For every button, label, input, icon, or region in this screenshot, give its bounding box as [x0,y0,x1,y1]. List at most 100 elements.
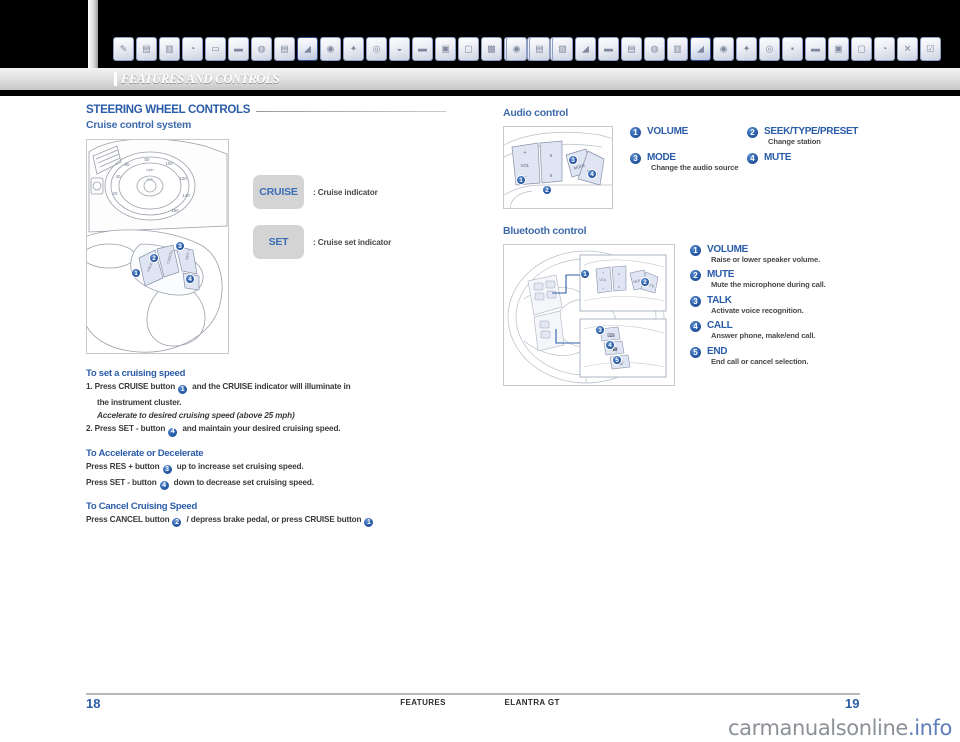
audio-legend-item: 3 MODE Change the audio source [627,152,744,172]
instruction-heading: To set a cruising speed [86,368,186,379]
tab-icon-7-glyph: ◍ [257,43,266,54]
legend-title: MUTE [707,269,735,281]
tab-icon-16[interactable]: ▢ [458,37,479,61]
title-rule [256,110,446,112]
page-title: STEERING WHEEL CONTROLS [86,104,251,116]
tab-icon-r2[interactable]: ▤ [529,37,550,61]
tab-icon-14[interactable]: ▬ [412,37,433,61]
tab-icon-r19[interactable]: ☑ [920,37,941,61]
legend-badge: 4 [689,320,702,334]
instruction-line: Press CANCEL button 2 / depress brake ped… [86,514,446,529]
tab-icon-r9-active[interactable]: ◢ [690,37,711,61]
tab-icon-3[interactable]: ▥ [159,37,180,61]
tab-icon-r8[interactable]: ▥ [667,37,688,61]
bluetooth-legend-item: 3 TALK Activate voice recognition. [687,294,861,315]
cruise-indicator-row: CRUISE : Cruise indicator [253,175,391,209]
tab-icon-r19-glyph: ☑ [926,43,935,54]
instruction-text-cont: / depress brake pedal, or press CRUISE b… [184,515,362,524]
tab-icon-r5-glyph: ▬ [604,43,613,54]
chapter-tab-strip-left[interactable]: ✎▤▥◔▭▬◍▤◢◉✦◎◒▬▣▢▩✕❂➜ [113,36,571,62]
instruction-text: 1. Press CRUISE button [86,382,176,391]
tab-icon-11[interactable]: ✦ [343,37,364,61]
tab-icon-13[interactable]: ◒ [389,37,410,61]
top-black-band: ✎▤▥◔▭▬◍▤◢◉✦◎◒▬▣▢▩✕❂➜ ◉▤▨◢▬▤◍▥◢◉✦◎▪▬▣▢◔✕☑ [0,0,960,68]
tab-icon-10-glyph: ◉ [326,43,335,54]
legend-badge: 2 [689,269,702,283]
bt-callout-5: 5 [612,355,622,365]
wheel-callout-1: 1 [131,268,141,278]
legend-description: Change station [768,137,821,146]
tab-icon-r1[interactable]: ◉ [506,37,527,61]
legend-text-block: CALL Answer phone, make/end call. [707,320,815,340]
tab-icon-r3[interactable]: ▨ [552,37,573,61]
svg-text:∧: ∧ [549,153,553,159]
instruction-text: 2. Press SET - button [86,424,166,434]
audio-legend-item: 1 VOLUME [627,126,744,146]
instruction-text: Accelerate to desired cruising speed (ab… [97,411,295,421]
tab-icon-r15[interactable]: ▣ [828,37,849,61]
callout-badge: 4 [158,480,170,491]
tab-icon-13-glyph: ◒ [396,43,403,54]
legend-text-block: MUTE Mute the microphone during call. [707,269,826,289]
bluetooth-legend-item: 5 END End call or cancel selection. [687,345,861,366]
instruction-text-cont: up to increase set cruising speed. [174,461,304,471]
tab-icon-r2-glyph: ▤ [535,43,544,54]
set-indicator-row: SET : Cruise set indicator [253,225,391,259]
watermark-prefix: carmanualsonline [728,716,908,740]
tab-icon-12-glyph: ◎ [372,43,381,54]
instruction-line: 2. Press SET - button 4 and maintain your… [86,423,446,438]
tab-icon-8[interactable]: ▤ [274,37,295,61]
instruction-line: 1. Press CRUISE button 1 and the CRUISE i… [86,381,446,396]
tab-icon-7[interactable]: ◍ [251,37,272,61]
instruction-text: Press RES + button [86,461,160,471]
tab-icon-6-glyph: ▬ [234,43,243,54]
tab-icon-r6-glyph: ▤ [627,43,636,54]
tab-icon-r7[interactable]: ◍ [644,37,665,61]
tab-icon-2[interactable]: ▤ [136,37,157,61]
svg-text:20: 20 [113,191,118,196]
svg-text:40: 40 [116,174,121,179]
instruction-line: the instrument cluster. [86,397,446,408]
legend-text-block: TALK Activate voice recognition. [707,295,804,315]
tab-icon-r14[interactable]: ▬ [805,37,826,61]
tab-icon-6[interactable]: ▬ [228,37,249,61]
legend-title: VOLUME [647,126,688,137]
tab-icon-r13[interactable]: ▪ [782,37,803,61]
tab-icon-r18[interactable]: ✕ [897,37,918,61]
tab-icon-r3-glyph: ▨ [558,43,567,54]
bluetooth-wheel-illustration: + VOL – ∧ ∨ MODE MUTE ⌨ ☎ ☏ [507,250,667,384]
chapter-tab-strip-right[interactable]: ◉ ▤ ▨ ◢ ▬ ▤ ◍ ▥ ◢ ◉ ✦ ◎ ▪ ▬ ▣ ▢ ◔ ✕ ☑ [506,36,941,62]
tab-icon-r17[interactable]: ◔ [874,37,895,61]
tab-icon-r16[interactable]: ▢ [851,37,872,61]
tab-icon-r4[interactable]: ◢ [575,37,596,61]
tab-icon-12[interactable]: ◎ [366,37,387,61]
tab-icon-r5[interactable]: ▬ [598,37,619,61]
tab-icon-17[interactable]: ▩ [481,37,502,61]
audio-switch-illustration: + VOL – ∧ ∨ MODE MUTE [504,131,612,208]
tab-icon-r6[interactable]: ▤ [621,37,642,61]
indicator-legend: CRUISE : Cruise indicator SET : Cruise s… [253,139,391,354]
tab-icon-5[interactable]: ▭ [205,37,226,61]
tab-icon-r10[interactable]: ◉ [713,37,734,61]
audio-callout-4: 4 [587,169,597,179]
bt-callout-2: 2 [640,277,650,287]
tab-icon-1[interactable]: ✎ [113,37,134,61]
callout-badge: 3 [161,463,173,475]
svg-text:∨: ∨ [618,285,621,289]
tab-icon-10[interactable]: ◉ [320,37,341,61]
tab-icon-15[interactable]: ▣ [435,37,456,61]
tab-icon-r12[interactable]: ◎ [759,37,780,61]
tab-icon-4[interactable]: ◔ [182,37,203,61]
instruction-text: Press SET - button [86,477,157,487]
tab-icon-14-glyph: ▬ [418,43,427,54]
tab-icon-r9-active-glyph: ◢ [697,43,704,54]
tab-icon-r18-glyph: ✕ [903,43,912,54]
bluetooth-legend-item: 2 MUTE Mute the microphone during call. [687,269,861,289]
tab-icon-9-active[interactable]: ◢ [297,37,318,61]
steering-wheel-illustration: CRUISE CANCEL RES + SET – 80 60 100 40 1… [87,140,228,353]
audio-legend-item: 2 SEEK/TYPE/PRESET Change station [744,126,861,146]
tab-icon-r11[interactable]: ✦ [736,37,757,61]
tab-icon-5-glyph: ▭ [211,43,220,54]
footer-rule [86,693,860,695]
legend-badge: 2 [746,126,759,139]
